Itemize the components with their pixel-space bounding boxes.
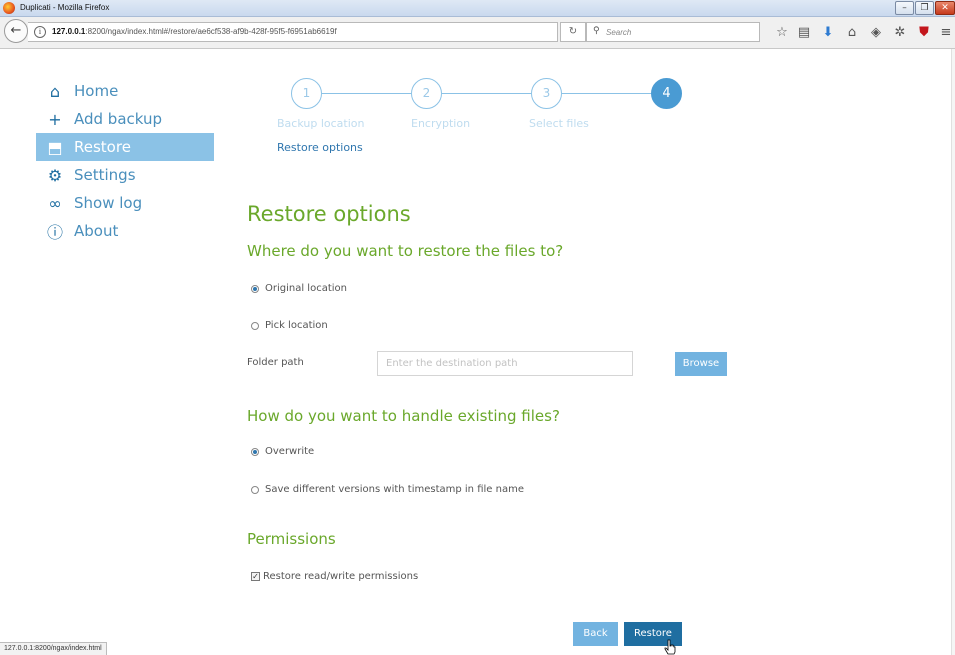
downloads-icon[interactable]: ⬇ (820, 25, 836, 41)
radio-label: Pick location (265, 320, 328, 331)
radio-button[interactable] (251, 284, 259, 293)
back-button[interactable]: Back (573, 622, 618, 646)
info-icon: ⓘ (46, 223, 63, 242)
step-3-label[interactable]: Select files (529, 117, 589, 130)
gear-icon: ⚙ (47, 165, 63, 185)
checkbox[interactable]: ✓ (251, 572, 260, 581)
sidebar-item-add-backup[interactable]: + Add backup (36, 105, 214, 133)
address-bar[interactable]: i 127.0.0.1:8200/ngax/index.html#/restor… (28, 22, 558, 42)
sidebar-item-label: About (74, 222, 119, 240)
step-1-label[interactable]: Backup location (277, 117, 364, 130)
folder-path-input[interactable] (377, 351, 633, 376)
sidebar-item-about[interactable]: ⓘ About (36, 217, 214, 245)
page-scrollbar[interactable] (951, 49, 955, 655)
address-url: 127.0.0.1:8200/ngax/index.html#/restore/… (52, 27, 337, 36)
browser-navbar: ← i 127.0.0.1:8200/ngax/index.html#/rest… (0, 17, 955, 49)
search-placeholder: Search (606, 28, 632, 37)
sidebar-item-restore[interactable]: ⬒ Restore (36, 133, 214, 161)
sidebar-item-settings[interactable]: ⚙ Settings (36, 161, 214, 189)
radio-original-location[interactable]: Original location (251, 283, 347, 294)
wizard-steps: 1 2 3 4 (291, 78, 691, 114)
maximize-button[interactable]: ❐ (915, 1, 934, 15)
bookmarks-menu-icon[interactable]: ▤ (796, 25, 812, 41)
radio-button[interactable] (251, 321, 259, 330)
radio-save-versions[interactable]: Save different versions with timestamp i… (251, 484, 524, 495)
step-connector (442, 93, 531, 94)
firefox-icon (3, 2, 15, 14)
site-info-icon[interactable]: i (34, 26, 46, 38)
step-1-circle[interactable]: 1 (291, 78, 322, 109)
search-bar[interactable]: ⚲ Search (586, 22, 760, 42)
step-connector (322, 93, 411, 94)
home-icon: ⌂ (49, 81, 61, 101)
browse-button[interactable]: Browse (675, 352, 727, 376)
step-4-label[interactable]: Restore options (277, 141, 363, 154)
extension-gear-icon[interactable]: ✲ (892, 25, 908, 41)
log-icon: ∞ (48, 193, 62, 213)
radio-label: Overwrite (265, 446, 315, 457)
hand-cursor-icon (664, 639, 676, 655)
minimize-button[interactable]: – (895, 1, 914, 15)
sidebar-item-label: Add backup (74, 110, 163, 128)
status-url: 127.0.0.1:8200/ngax/index.html (0, 642, 107, 655)
radio-label: Original location (265, 283, 347, 294)
hamburger-menu-icon[interactable]: ≡ (938, 25, 954, 41)
sidebar-item-label: Home (74, 82, 119, 100)
bookmark-star-icon[interactable]: ☆ (774, 25, 790, 41)
destination-heading: Where do you want to restore the files t… (247, 242, 564, 260)
sidebar-item-label: Show log (74, 194, 143, 212)
radio-button[interactable] (251, 485, 259, 494)
radio-button[interactable] (251, 447, 259, 456)
step-3-circle[interactable]: 3 (531, 78, 562, 109)
pocket-icon[interactable]: ◈ (868, 25, 884, 41)
step-4-circle[interactable]: 4 (651, 78, 682, 109)
sidebar-item-show-log[interactable]: ∞ Show log (36, 189, 214, 217)
checkbox-label: Restore read/write permissions (263, 571, 419, 582)
window-title: Duplicati - Mozilla Firefox (20, 3, 110, 12)
radio-overwrite[interactable]: Overwrite (251, 446, 314, 457)
step-2-label[interactable]: Encryption (411, 117, 470, 130)
close-button[interactable]: ✕ (935, 1, 955, 15)
page-title: Restore options (247, 202, 411, 226)
step-connector (562, 93, 651, 94)
restore-icon: ⬒ (47, 137, 63, 157)
sidebar: ⌂ Home + Add backup ⬒ Restore ⚙ Settings ∞ Sh… (36, 77, 214, 245)
checkbox-restore-permissions[interactable]: ✓ Restore read/write permissions (251, 571, 418, 582)
back-arrow-icon[interactable]: ← (4, 19, 28, 43)
existing-files-heading: How do you want to handle existing files… (247, 407, 560, 425)
folder-path-label: Folder path (247, 357, 304, 368)
sidebar-item-home[interactable]: ⌂ Home (36, 77, 214, 105)
window-titlebar: Duplicati - Mozilla Firefox – ❐ ✕ (0, 0, 955, 17)
step-2-circle[interactable]: 2 (411, 78, 442, 109)
plus-icon: + (48, 109, 62, 129)
permissions-heading: Permissions (247, 530, 336, 548)
sidebar-item-label: Restore (74, 138, 131, 156)
reload-icon[interactable]: ↻ (560, 22, 586, 42)
radio-label: Save different versions with timestamp i… (265, 484, 524, 495)
sidebar-item-label: Settings (74, 166, 136, 184)
home-page-icon[interactable]: ⌂ (844, 25, 860, 41)
ublock-icon[interactable]: ⛊ (916, 25, 932, 41)
radio-pick-location[interactable]: Pick location (251, 320, 328, 331)
search-icon: ⚲ (593, 26, 600, 36)
